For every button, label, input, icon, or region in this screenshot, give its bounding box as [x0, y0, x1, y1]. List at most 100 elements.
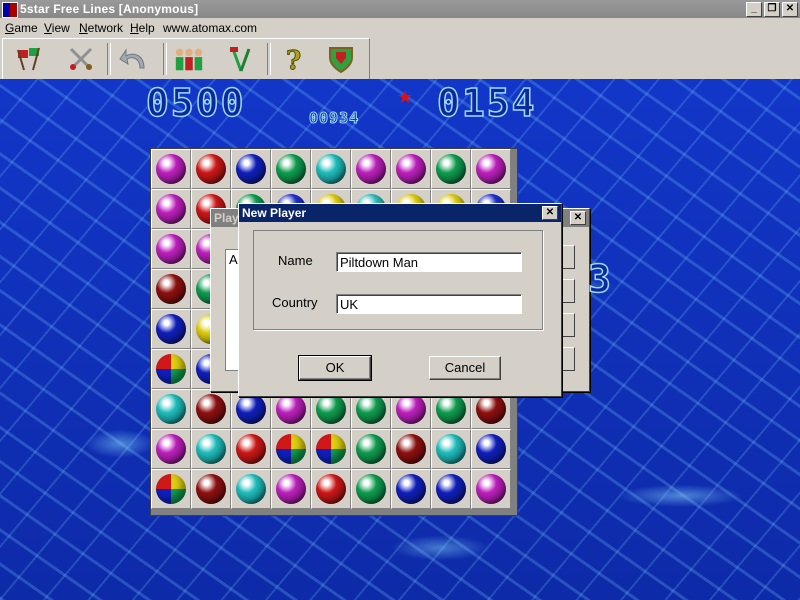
board-cell[interactable]	[191, 469, 231, 509]
country-field[interactable]: UK	[336, 294, 522, 314]
menu-network[interactable]: Network	[79, 21, 123, 35]
board-cell[interactable]	[151, 469, 191, 509]
board-cell[interactable]	[351, 149, 391, 189]
ball	[236, 434, 266, 464]
players-dialog-close-button[interactable]: ✕	[570, 211, 586, 225]
multicolor-ball	[156, 354, 186, 384]
board-cell[interactable]	[191, 149, 231, 189]
title-bar: 5star Free Lines [Anonymous] _ ❐ ✕	[0, 0, 800, 18]
swords-icon[interactable]	[65, 43, 97, 75]
board-cell[interactable]	[311, 429, 351, 469]
board-cell[interactable]	[151, 269, 191, 309]
shield-icon[interactable]	[325, 43, 357, 75]
tools-icon[interactable]	[225, 43, 257, 75]
ball	[316, 394, 346, 424]
partial-digit: 3	[587, 256, 613, 302]
ball	[196, 394, 226, 424]
board-cell[interactable]	[151, 149, 191, 189]
board-cell[interactable]	[151, 349, 191, 389]
board-cell[interactable]	[471, 469, 511, 509]
ball	[156, 194, 186, 224]
board-cell[interactable]	[351, 429, 391, 469]
board-cell[interactable]	[391, 469, 431, 509]
board-cell[interactable]	[271, 469, 311, 509]
ball	[476, 434, 506, 464]
app-icon	[2, 2, 18, 18]
ball	[156, 154, 186, 184]
ball	[396, 394, 426, 424]
ball	[356, 434, 386, 464]
window-title: 5star Free Lines [Anonymous]	[20, 2, 199, 16]
multicolor-ball	[156, 474, 186, 504]
players-list-item: A	[229, 252, 238, 267]
ball	[396, 154, 426, 184]
board-cell[interactable]	[191, 429, 231, 469]
board-cell[interactable]	[191, 389, 231, 429]
ball	[276, 474, 306, 504]
ball	[196, 434, 226, 464]
board-cell[interactable]	[151, 189, 191, 229]
board-cell[interactable]	[431, 149, 471, 189]
ball	[476, 474, 506, 504]
ball	[436, 154, 466, 184]
multicolor-ball	[276, 434, 306, 464]
multicolor-ball	[316, 434, 346, 464]
board-cell[interactable]	[471, 149, 511, 189]
ball	[396, 474, 426, 504]
ball	[156, 434, 186, 464]
close-button[interactable]: ✕	[782, 2, 798, 17]
board-cell[interactable]	[311, 149, 351, 189]
ok-button[interactable]: OK	[298, 355, 372, 381]
board-cell[interactable]	[151, 389, 191, 429]
score-display: 0500	[145, 80, 246, 126]
ball	[156, 234, 186, 264]
ball	[156, 274, 186, 304]
board-cell[interactable]	[151, 309, 191, 349]
board-cell[interactable]	[231, 149, 271, 189]
minimize-button[interactable]: _	[746, 2, 762, 17]
players-icon[interactable]	[173, 43, 205, 75]
board-cell[interactable]	[271, 429, 311, 469]
new-player-close-button[interactable]: ✕	[542, 206, 558, 220]
name-field[interactable]: Piltdown Man	[336, 252, 522, 272]
ball	[396, 434, 426, 464]
board-cell[interactable]	[471, 429, 511, 469]
menu-game[interactable]: Game	[5, 21, 38, 35]
board-cell[interactable]	[391, 429, 431, 469]
ball	[156, 314, 186, 344]
board-cell[interactable]	[351, 469, 391, 509]
menu-website[interactable]: www.atomax.com	[163, 21, 257, 35]
menu-help[interactable]: Help	[130, 21, 155, 35]
flags-icon[interactable]	[13, 43, 45, 75]
board-cell[interactable]	[391, 149, 431, 189]
ball	[356, 154, 386, 184]
undo-icon[interactable]	[117, 43, 149, 75]
ball	[316, 154, 346, 184]
cancel-button[interactable]: Cancel	[429, 356, 501, 380]
menu-view[interactable]: View	[44, 21, 70, 35]
ball	[196, 154, 226, 184]
country-label: Country	[272, 295, 318, 310]
ball	[236, 474, 266, 504]
timer-display: 00934	[308, 109, 360, 128]
board-cell[interactable]	[271, 149, 311, 189]
svg-text:?: ?	[286, 46, 301, 73]
new-player-dialog-title: New Player	[239, 204, 561, 222]
board-cell[interactable]	[311, 469, 351, 509]
ball	[196, 474, 226, 504]
board-cell[interactable]	[151, 229, 191, 269]
ball	[476, 394, 506, 424]
player-info-group: Name Piltdown Man Country UK	[253, 230, 543, 330]
board-cell[interactable]	[231, 429, 271, 469]
board-cell[interactable]	[231, 469, 271, 509]
ball	[276, 394, 306, 424]
ball	[276, 154, 306, 184]
ball	[316, 474, 346, 504]
board-cell[interactable]	[431, 429, 471, 469]
game-area: 0500 00934 ★ 0154 Play ✕ A 3 New Player …	[0, 79, 800, 600]
restore-button[interactable]: ❐	[764, 2, 780, 17]
board-cell[interactable]	[151, 429, 191, 469]
ball	[436, 474, 466, 504]
help-icon[interactable]: ?	[277, 43, 309, 75]
board-cell[interactable]	[431, 469, 471, 509]
